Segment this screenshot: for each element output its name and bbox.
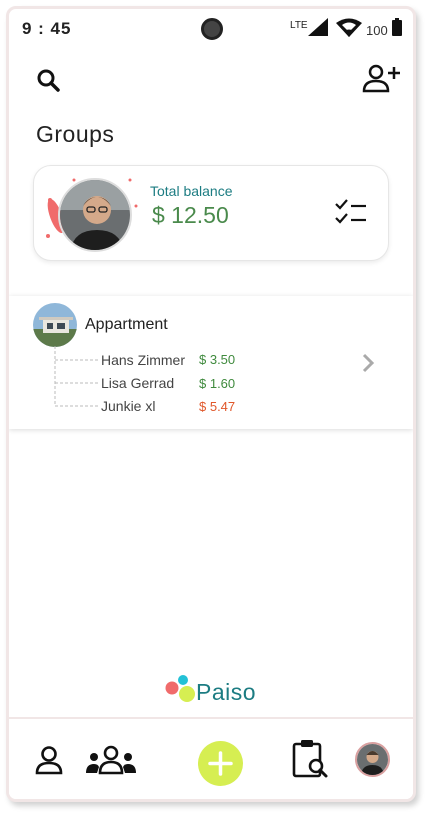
groups-icon[interactable] [85, 745, 137, 775]
signal-icon [308, 18, 328, 36]
add-button[interactable] [198, 741, 243, 786]
search-icon[interactable] [36, 68, 62, 94]
member-amount: $ 1.60 [199, 376, 236, 391]
battery-level: 100 [366, 23, 388, 38]
member-tree-lines [54, 346, 99, 407]
camera-icon [201, 18, 223, 40]
status-time: 9 : 45 [22, 19, 72, 38]
battery-icon [392, 18, 402, 36]
wifi-icon [336, 18, 362, 37]
chevron-right-icon[interactable] [361, 352, 375, 374]
checklist-icon[interactable] [334, 198, 368, 228]
member-amount: $ 3.50 [199, 352, 236, 367]
add-user-icon[interactable] [362, 63, 402, 95]
brand-name: Paiso [196, 679, 257, 705]
balance-card: Total balance $ 12.50 [33, 165, 389, 261]
clipboard-search-icon[interactable] [292, 739, 330, 779]
logo-mark [165, 675, 195, 702]
group-card[interactable]: Appartment Hans Zimmer $ 3.50 Lisa Gerra… [9, 296, 413, 429]
member-name: Lisa Gerrad [101, 375, 175, 391]
total-balance-label: Total balance [150, 183, 233, 199]
add-icon [208, 751, 233, 776]
user-avatar [58, 178, 132, 252]
phone-frame: 9 : 45 LTE 100 Groups Total balance $ 12… [6, 6, 416, 802]
status-bar: 9 : 45 LTE 100 [9, 9, 413, 49]
member-amount: $ 5.47 [199, 399, 236, 414]
person-icon[interactable] [35, 745, 63, 775]
network-type: LTE [290, 20, 308, 31]
group-avatar [33, 303, 77, 347]
member-name: Junkie xl [101, 398, 156, 414]
profile-avatar[interactable] [355, 742, 390, 777]
brand-logo: Paiso [163, 672, 273, 712]
total-balance-value: $ 12.50 [152, 202, 229, 228]
bottom-nav [9, 717, 413, 799]
group-name: Appartment [85, 316, 168, 333]
member-name: Hans Zimmer [101, 352, 186, 368]
page-title: Groups [36, 121, 115, 147]
